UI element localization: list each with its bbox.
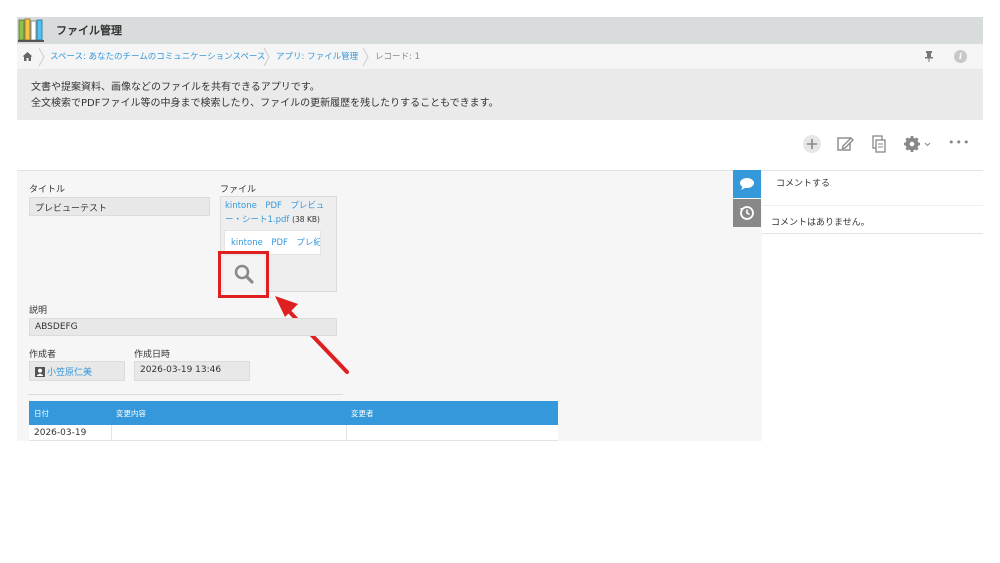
title-field-value: プレビューテスト [29,197,210,216]
creator-field-label: 作成者 [29,350,57,360]
breadcrumb-app-link[interactable]: アプリ: ファイル管理 [276,50,358,62]
chevron-right-icon [362,47,370,67]
creator-link[interactable]: 小笠原仁美 [47,368,92,378]
copy-record-button[interactable] [868,133,890,155]
home-icon[interactable] [22,51,33,62]
description-line: 全文検索でPDFファイル等の中身まで検索したり、ファイルの更新履歴を残したりする… [31,98,499,109]
info-icon[interactable]: i [954,50,967,63]
breadcrumb-record: レコード: 1 [375,52,420,62]
pin-icon[interactable] [924,50,934,62]
file-size: (38 KB) [292,215,320,224]
creator-field-value: 小笠原仁美 [29,361,125,381]
tab-comments[interactable] [733,170,761,198]
comment-list: コメントはありません。 [762,206,983,234]
speech-bubble-icon [740,178,754,190]
history-clock-icon [740,206,754,220]
column-header-user: 変更者 [351,409,374,418]
comment-input-area[interactable]: コメントする [762,170,983,206]
description-field-label: 説明 [29,306,48,316]
column-divider [346,425,347,441]
app-title: ファイル管理 [56,24,122,37]
binders-icon [17,16,45,44]
add-record-button[interactable] [801,133,823,155]
column-header-change: 変更内容 [116,409,146,418]
table-row [29,425,558,441]
created-at-field-label: 作成日時 [134,350,171,360]
divider [28,394,343,395]
column-divider [111,425,112,441]
chevron-right-icon [38,47,46,67]
description-field-value: ABSDEFG [29,318,337,336]
app-header-bar [17,17,983,44]
more-options-button[interactable]: ••• [948,136,970,149]
edit-button[interactable] [834,133,856,155]
file-link[interactable]: kintone PDF プレビュー・シート1.pdf (38 KB) [225,200,327,227]
user-icon [35,366,45,377]
title-field-label: タイトル [29,185,66,195]
column-header-date: 日付 [34,409,49,418]
history-table-header [29,401,558,425]
no-comments-message: コメントはありません。 [771,218,870,228]
description-line: 文書や提案資料、画像などのファイルを共有できるアプリです。 [31,82,320,93]
tab-history[interactable] [733,199,761,227]
chevron-right-icon [263,47,271,67]
created-at-field-value: 2026-03-19 13:46 [134,361,250,381]
breadcrumb-space-link[interactable]: スペース: あなたのチームのコミュニケーションスペース [50,50,265,62]
gear-icon[interactable] [902,133,932,155]
app-description: 文書や提案資料、画像などのファイルを共有できるアプリです。 全文検索でPDFファ… [17,70,983,120]
table-cell-date: 2026-03-19 [34,428,87,438]
post-comment-link[interactable]: コメントする [776,176,830,189]
file-field-label: ファイル [220,185,257,195]
highlight-box [218,251,269,298]
